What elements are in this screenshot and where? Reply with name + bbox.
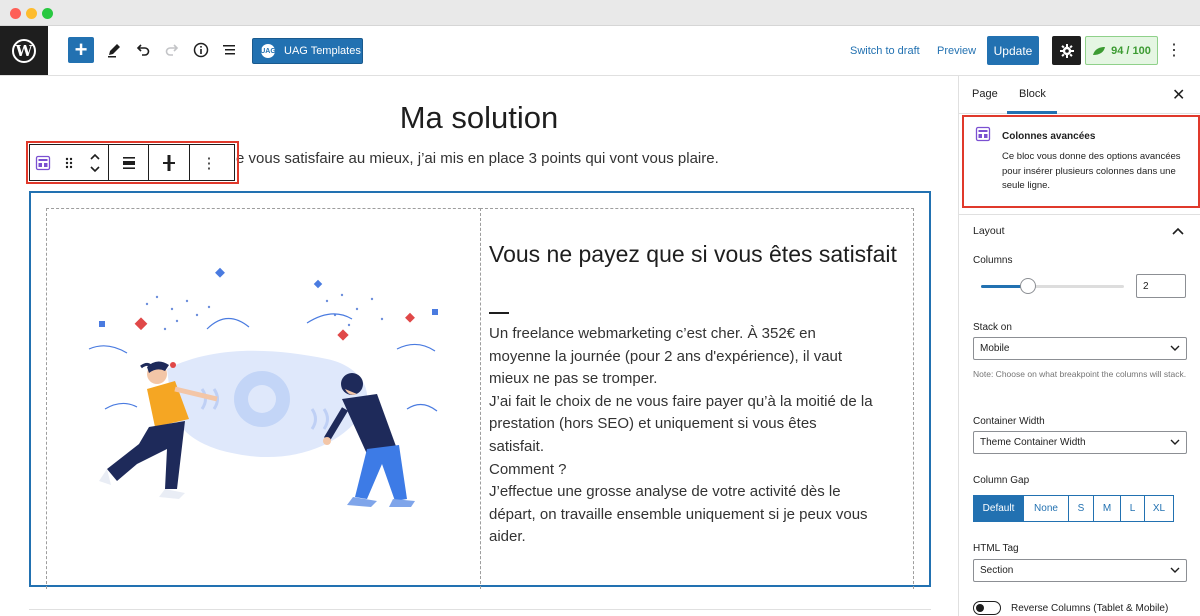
tab-page[interactable]: Page — [972, 88, 998, 100]
column-gap-buttons: Default None S M L XL — [973, 495, 1174, 522]
seo-score-button[interactable]: 94 / 100 — [1085, 36, 1158, 65]
uag-templates-button[interactable]: UAG UAG Templates — [252, 38, 363, 64]
paragraph-line: Un freelance webmarketing c’est cher. À … — [489, 325, 816, 342]
plus-icon: + — [74, 37, 88, 62]
paragraph-line: prestation (hors SEO) et uniquement si v… — [489, 415, 817, 433]
highlight-frame-block-card — [962, 115, 1200, 208]
html-tag-label: HTML Tag — [973, 543, 1019, 554]
columns-slider-thumb[interactable] — [1020, 278, 1036, 294]
leaf-icon — [1093, 46, 1106, 55]
editor-window: W + UAG UAG Templates Switch to draft Pr… — [0, 0, 1200, 616]
window-titlebar — [0, 0, 1200, 26]
canvas-divider — [29, 609, 931, 610]
close-sidebar-button[interactable]: ✕ — [1172, 85, 1185, 105]
vertical-dots-icon: ⋮ — [1166, 42, 1182, 59]
toggle-knob — [976, 604, 984, 612]
layout-panel-title: Layout — [973, 225, 1005, 237]
paragraph-line: satisfait. — [489, 437, 545, 455]
chevron-up-icon — [1172, 227, 1184, 235]
update-button[interactable]: Update — [987, 36, 1039, 65]
page-title[interactable]: Ma solution — [0, 100, 958, 136]
undo-button[interactable] — [130, 37, 156, 63]
wordpress-logo-icon: W — [12, 38, 36, 63]
minimize-window-button[interactable] — [26, 8, 37, 19]
stack-on-label: Stack on — [973, 322, 1012, 333]
container-width-label: Container Width — [973, 416, 1045, 427]
switch-to-draft-link[interactable]: Switch to draft — [850, 45, 920, 57]
gap-option-default[interactable]: Default — [973, 495, 1024, 522]
details-button[interactable] — [188, 37, 214, 63]
container-width-value: Theme Container Width — [980, 437, 1086, 448]
stack-on-value: Mobile — [980, 343, 1010, 354]
close-icon: ✕ — [1172, 87, 1186, 104]
column-paragraph[interactable]: Un freelance webmarketing c’est cher. À … — [489, 323, 909, 549]
settings-sidebar: Page Block ✕ Colonnes avancées Ce bloc v… — [958, 76, 1200, 616]
settings-button[interactable] — [1052, 36, 1081, 65]
html-tag-select[interactable]: Section — [973, 559, 1187, 582]
paragraph-line: mieux ne pas se tromper. — [489, 370, 658, 388]
sidebar-tabs: Page Block ✕ — [959, 76, 1200, 114]
pencil-icon — [108, 44, 120, 58]
columns-label: Columns — [973, 255, 1013, 266]
columns-slider[interactable] — [981, 278, 1124, 294]
redo-button[interactable] — [159, 37, 185, 63]
chevron-down-icon — [1170, 345, 1180, 351]
paragraph-line: moyenne la journée (pour 2 ans d'expérie… — [489, 347, 843, 365]
maximize-window-button[interactable] — [42, 8, 53, 19]
column-right[interactable]: Vous ne payez que si vous êtes satisfait… — [480, 208, 914, 589]
heading-separator — [489, 312, 509, 314]
paragraph-line: J’ai fait le choix de ne vous faire paye… — [489, 392, 873, 410]
options-menu-button[interactable]: ⋮ — [1166, 43, 1182, 59]
undo-icon — [136, 44, 150, 56]
column-gap-label: Column Gap — [973, 475, 1030, 486]
gap-option-l[interactable]: L — [1121, 495, 1145, 522]
reverse-columns-label: Reverse Columns (Tablet & Mobile) — [1011, 603, 1169, 614]
redo-icon — [165, 44, 179, 56]
container-width-select[interactable]: Theme Container Width — [973, 431, 1187, 454]
gap-option-xl[interactable]: XL — [1145, 495, 1174, 522]
gear-icon — [1059, 43, 1074, 58]
column-heading[interactable]: Vous ne payez que si vous êtes satisfait — [489, 239, 899, 269]
layout-panel-header[interactable]: Layout — [959, 214, 1200, 244]
preview-link[interactable]: Preview — [937, 45, 976, 57]
reverse-columns-toggle[interactable] — [973, 601, 1001, 615]
editor-top-toolbar: W + UAG UAG Templates Switch to draft Pr… — [0, 26, 1200, 76]
list-view-icon — [223, 45, 235, 55]
tab-block[interactable]: Block — [1019, 88, 1046, 100]
info-icon — [193, 42, 209, 58]
column-left[interactable] — [46, 208, 481, 589]
chevron-down-icon — [1170, 439, 1180, 445]
edit-tool-button[interactable] — [101, 37, 127, 63]
chevron-down-icon — [1170, 567, 1180, 573]
add-block-button[interactable]: + — [68, 37, 94, 63]
columns-number-input[interactable]: 2 — [1136, 274, 1186, 298]
stack-on-hint: Note: Choose on what breakpoint the colu… — [973, 369, 1187, 379]
intro-paragraph[interactable]: e vous satisfaire au mieux, j’ai mis en … — [236, 150, 719, 167]
illustration-image — [88, 267, 438, 507]
wordpress-logo-button[interactable]: W — [0, 26, 48, 75]
list-view-button[interactable] — [216, 37, 242, 63]
columns-block[interactable]: Vous ne payez que si vous êtes satisfait… — [29, 191, 931, 589]
html-tag-value: Section — [980, 565, 1014, 576]
stack-on-select[interactable]: Mobile — [973, 337, 1187, 360]
gap-option-m[interactable]: M — [1094, 495, 1121, 522]
close-window-button[interactable] — [10, 8, 21, 19]
uag-logo-icon: UAG — [260, 44, 276, 58]
paragraph-line: départ, on travaille ensemble uniquement… — [489, 505, 868, 523]
editor-canvas: Ma solution e vous satisfaire au mieux, … — [0, 76, 958, 616]
highlight-frame-toolbar — [26, 141, 239, 184]
seo-score-label: 94 / 100 — [1111, 44, 1151, 57]
paragraph-line: Comment ? — [489, 460, 567, 478]
gap-option-s[interactable]: S — [1069, 495, 1094, 522]
gap-option-none[interactable]: None — [1024, 495, 1069, 522]
uag-templates-label: UAG Templates — [284, 45, 361, 57]
paragraph-line: aider. — [489, 528, 526, 546]
paragraph-line: J’effectue une grosse analyse de votre a… — [489, 483, 841, 501]
